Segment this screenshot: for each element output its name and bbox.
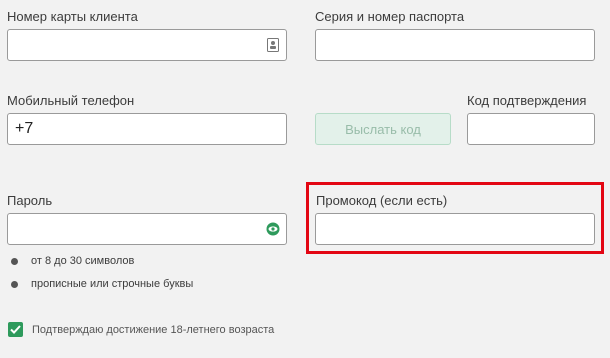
card-number-label: Номер карты клиента — [7, 9, 138, 24]
password-rule-length: от 8 до 30 символов — [31, 255, 135, 267]
send-code-button[interactable]: Выслать код — [315, 113, 451, 145]
age-confirmation-label: Подтверждаю достижение 18-летнего возрас… — [32, 324, 275, 336]
password-field[interactable] — [7, 213, 287, 245]
passport-field[interactable] — [315, 29, 595, 61]
promo-code-input[interactable] — [316, 214, 594, 244]
password-rule-case: прописные или строчные буквы — [31, 278, 194, 290]
age-confirmation-checkbox[interactable] — [8, 322, 23, 337]
confirmation-code-input[interactable] — [468, 114, 594, 144]
promo-code-field[interactable] — [315, 213, 595, 245]
confirmation-code-label: Код подтверждения — [467, 93, 587, 108]
phone-input[interactable] — [8, 114, 286, 144]
password-input[interactable] — [8, 214, 286, 244]
eye-icon[interactable] — [266, 222, 280, 236]
confirmation-code-field[interactable] — [467, 113, 595, 145]
passport-label: Серия и номер паспорта — [315, 9, 465, 24]
phone-field[interactable] — [7, 113, 287, 145]
passport-input[interactable] — [316, 30, 594, 60]
promo-code-label: Промокод (если есть) — [316, 193, 448, 208]
rule-bullet — [11, 281, 18, 288]
password-label: Пароль — [7, 193, 53, 208]
rule-bullet — [11, 258, 18, 265]
card-number-input[interactable] — [8, 30, 286, 60]
phone-label: Мобильный телефон — [7, 93, 135, 108]
checkmark-icon — [10, 325, 21, 334]
id-card-icon — [267, 38, 279, 52]
card-number-field[interactable] — [7, 29, 287, 61]
